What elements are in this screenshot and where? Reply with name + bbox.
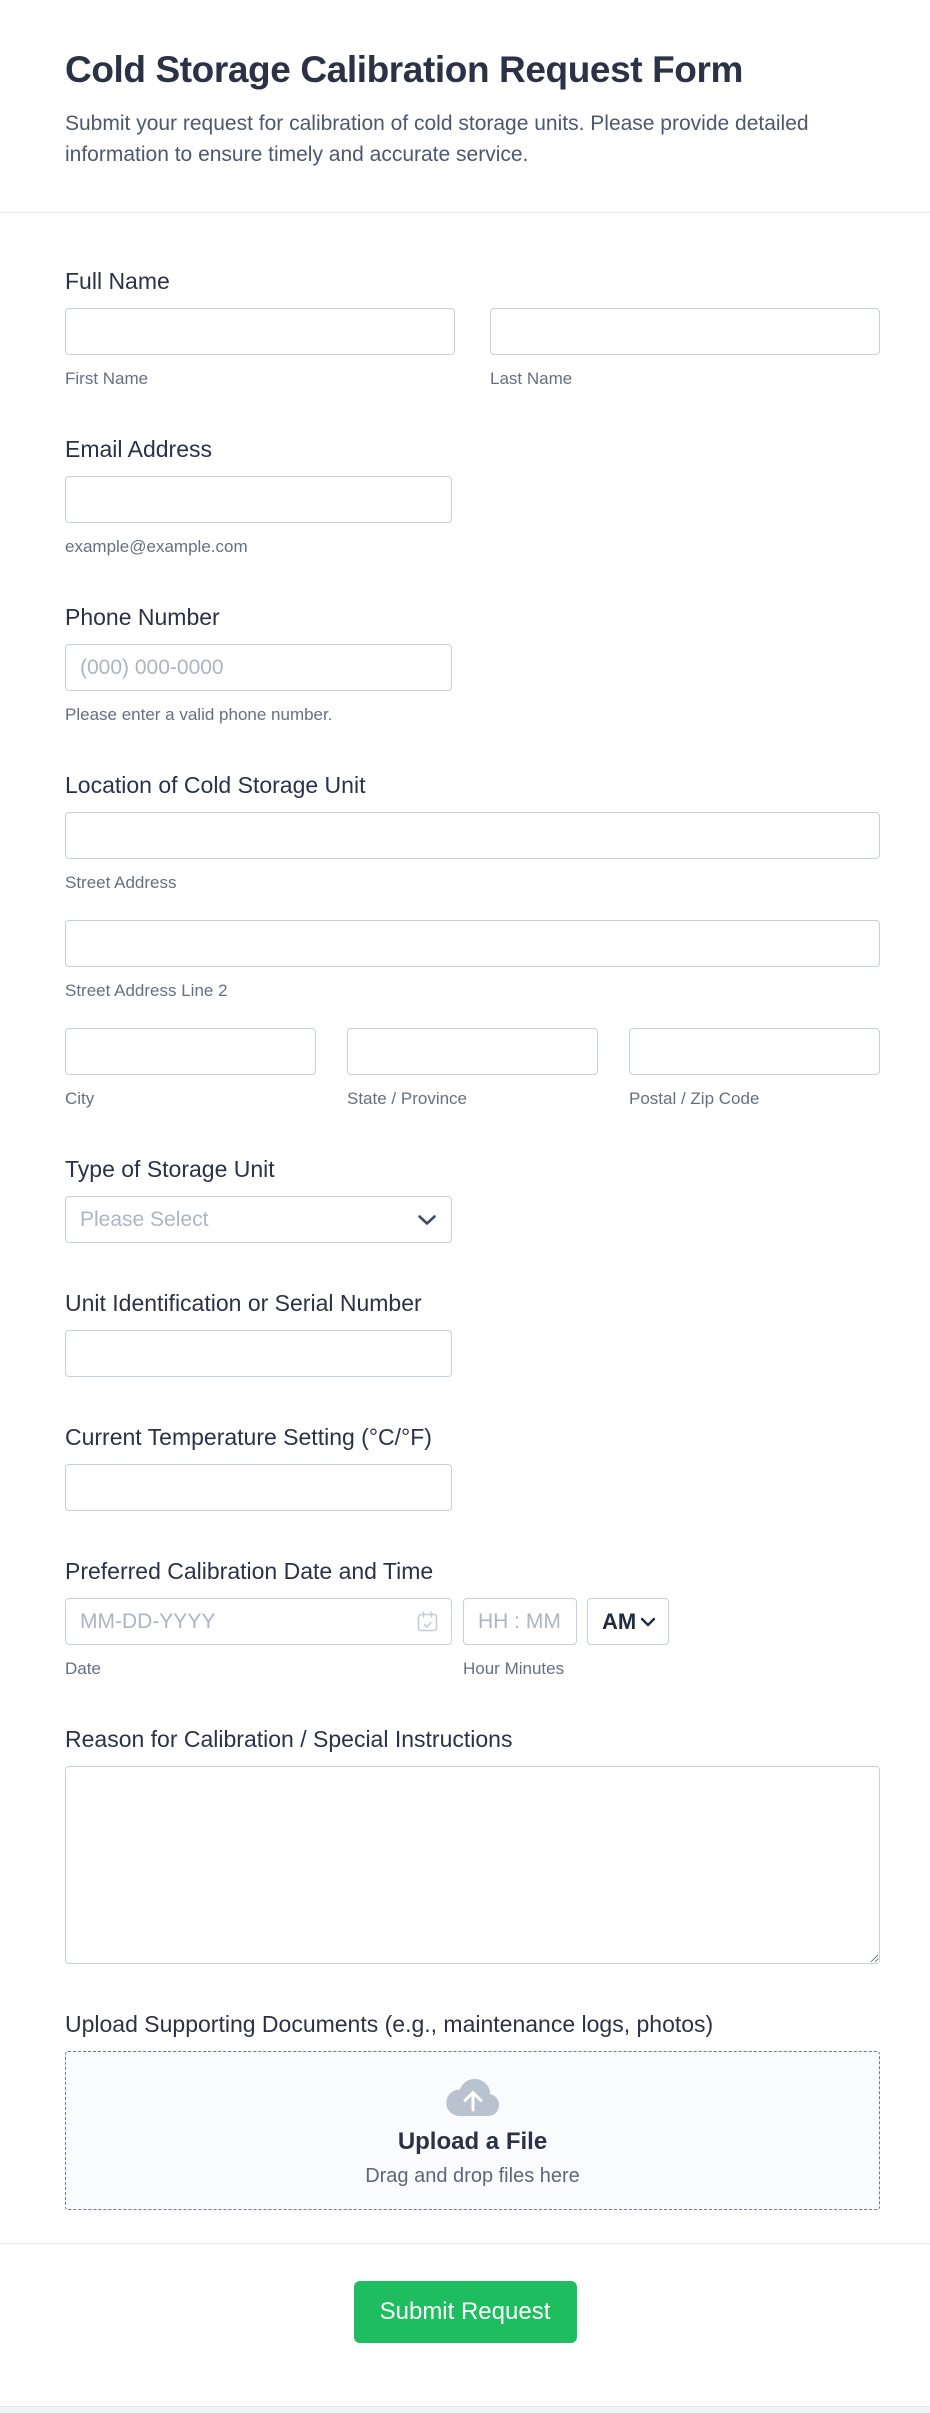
- time-input[interactable]: [463, 1598, 577, 1645]
- date-input[interactable]: [65, 1598, 452, 1645]
- full-name-label: Full Name: [65, 267, 865, 295]
- date-sublabel: Date: [65, 1658, 452, 1679]
- email-label: Email Address: [65, 435, 865, 463]
- temperature-input[interactable]: [65, 1464, 452, 1511]
- field-phone: Phone Number Please enter a valid phone …: [65, 603, 865, 725]
- time-sublabel: Hour Minutes: [463, 1658, 564, 1679]
- page-title: Cold Storage Calibration Request Form: [65, 48, 865, 92]
- street-address-sublabel: Street Address: [65, 872, 865, 893]
- file-upload-dropzone[interactable]: Upload a File Drag and drop files here: [65, 2051, 880, 2210]
- field-datetime: Preferred Calibration Date and Time: [65, 1557, 865, 1679]
- reason-textarea[interactable]: [65, 1766, 880, 1964]
- field-location: Location of Cold Storage Unit Street Add…: [65, 771, 865, 1109]
- last-name-sublabel: Last Name: [490, 368, 880, 389]
- phone-label: Phone Number: [65, 603, 865, 631]
- first-name-sublabel: First Name: [65, 368, 455, 389]
- postal-sublabel: Postal / Zip Code: [629, 1088, 880, 1109]
- street-address-2-sublabel: Street Address Line 2: [65, 980, 865, 1001]
- last-name-input[interactable]: [490, 308, 880, 355]
- city-sublabel: City: [65, 1088, 316, 1109]
- temperature-label: Current Temperature Setting (°C/°F): [65, 1423, 865, 1451]
- email-input[interactable]: [65, 476, 452, 523]
- phone-sublabel: Please enter a valid phone number.: [65, 704, 865, 725]
- cloud-upload-icon: [444, 2074, 502, 2118]
- upload-label: Upload Supporting Documents (e.g., maint…: [65, 2010, 865, 2038]
- storage-type-select[interactable]: Please Select: [65, 1196, 452, 1243]
- serial-input[interactable]: [65, 1330, 452, 1377]
- phone-input[interactable]: [65, 644, 452, 691]
- reason-label: Reason for Calibration / Special Instruc…: [65, 1725, 865, 1753]
- ampm-select[interactable]: AM: [587, 1598, 669, 1645]
- state-sublabel: State / Province: [347, 1088, 598, 1109]
- form-body: Full Name First Name Last Name Email Add…: [0, 213, 930, 2210]
- chevron-down-icon: [640, 1617, 656, 1627]
- page-subtitle: Submit your request for calibration of c…: [65, 108, 840, 170]
- city-input[interactable]: [65, 1028, 316, 1075]
- upload-title: Upload a File: [398, 2128, 547, 2156]
- serial-label: Unit Identification or Serial Number: [65, 1289, 865, 1317]
- state-input[interactable]: [347, 1028, 598, 1075]
- upload-hint: Drag and drop files here: [365, 2165, 580, 2188]
- street-address-input[interactable]: [65, 812, 880, 859]
- street-address-2-input[interactable]: [65, 920, 880, 967]
- storage-type-label: Type of Storage Unit: [65, 1155, 865, 1183]
- page-bottom-band: [0, 2406, 930, 2413]
- location-label: Location of Cold Storage Unit: [65, 771, 865, 799]
- postal-input[interactable]: [629, 1028, 880, 1075]
- calendar-icon[interactable]: [416, 1610, 439, 1638]
- submit-section: Submit Request: [0, 2244, 930, 2390]
- ampm-value: AM: [602, 1609, 636, 1635]
- field-storage-type: Type of Storage Unit Please Select: [65, 1155, 865, 1243]
- chevron-down-icon: [417, 1214, 437, 1226]
- storage-type-placeholder: Please Select: [80, 1208, 208, 1232]
- field-serial: Unit Identification or Serial Number: [65, 1289, 865, 1377]
- submit-request-button[interactable]: Submit Request: [354, 2281, 577, 2343]
- field-temperature: Current Temperature Setting (°C/°F): [65, 1423, 865, 1511]
- first-name-input[interactable]: [65, 308, 455, 355]
- field-email: Email Address example@example.com: [65, 435, 865, 557]
- field-full-name: Full Name First Name Last Name: [65, 267, 865, 389]
- field-reason: Reason for Calibration / Special Instruc…: [65, 1725, 865, 1964]
- form-header: Cold Storage Calibration Request Form Su…: [0, 0, 930, 212]
- field-upload: Upload Supporting Documents (e.g., maint…: [65, 2010, 865, 2210]
- email-sublabel: example@example.com: [65, 536, 865, 557]
- form-page: Cold Storage Calibration Request Form Su…: [0, 0, 930, 2413]
- datetime-label: Preferred Calibration Date and Time: [65, 1557, 865, 1585]
